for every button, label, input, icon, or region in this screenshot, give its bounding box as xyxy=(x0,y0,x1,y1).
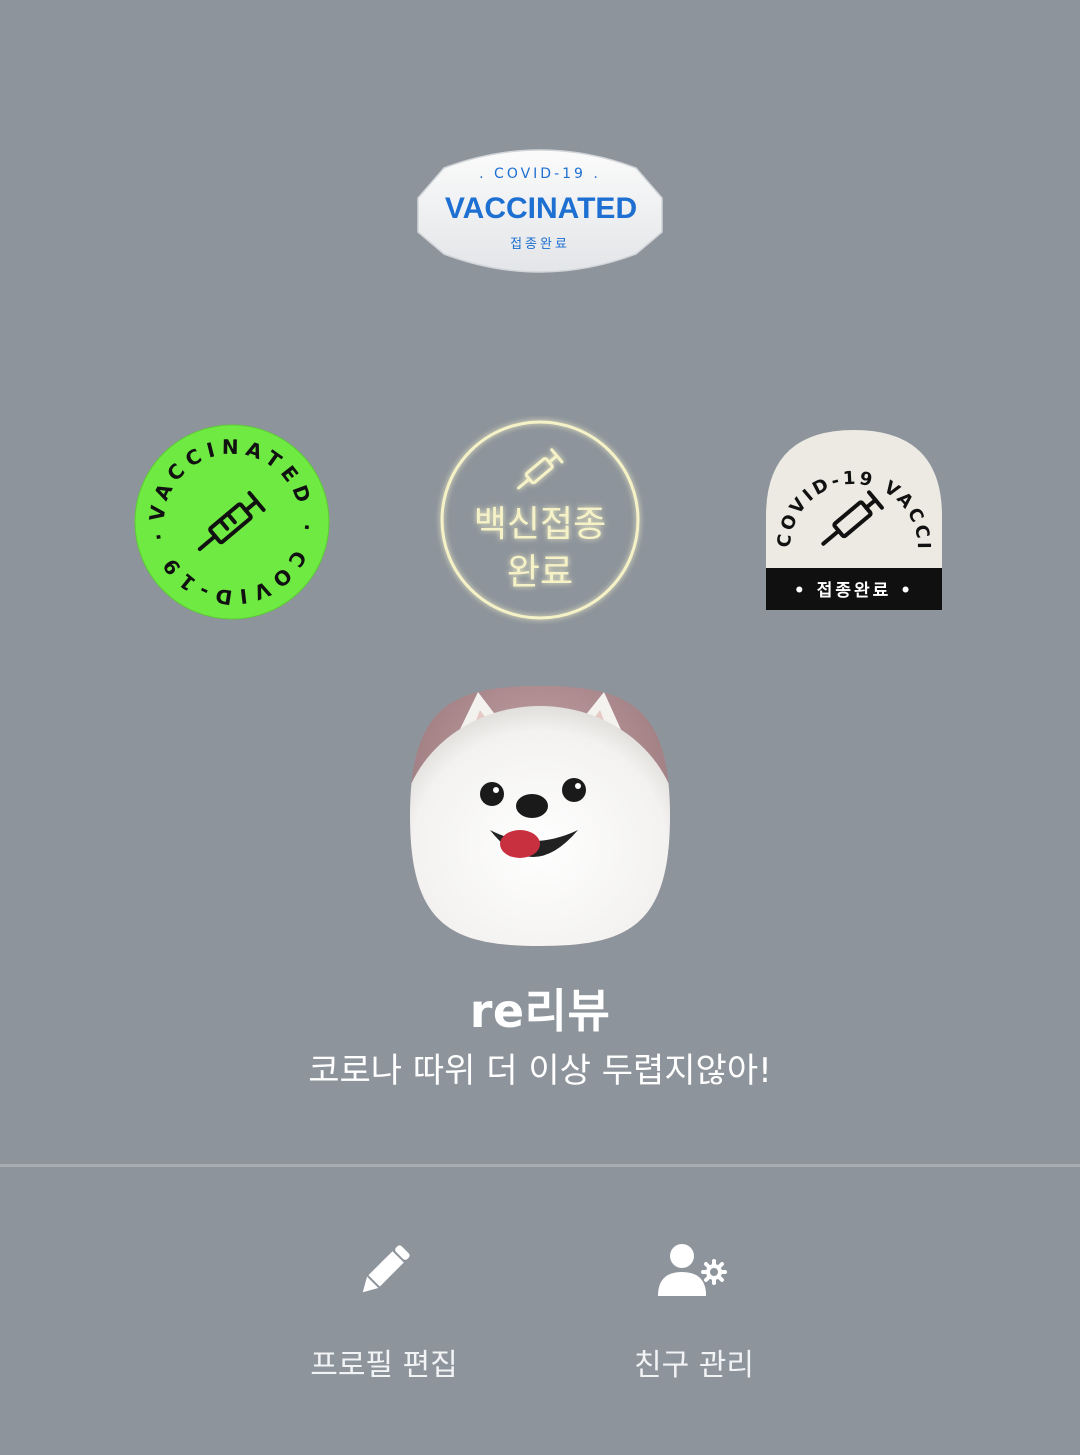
manage-friends-button[interactable]: 친구 관리 xyxy=(574,1236,814,1384)
user-settings-icon xyxy=(658,1244,727,1296)
profile-avatar[interactable] xyxy=(408,684,672,948)
divider xyxy=(0,1164,1080,1167)
sticker-top-line2: VACCINATED xyxy=(445,192,637,225)
vaccinated-sticker-arch[interactable]: COVID-19 VACCINATED • 접종완료 • xyxy=(753,408,946,616)
vaccinated-sticker-top[interactable]: . COVID-19 . VACCINATED 접종완료 xyxy=(416,140,664,276)
arch-sticker-footer: • 접종완료 • xyxy=(794,581,914,601)
pencil-icon xyxy=(362,1245,410,1293)
edit-profile-label: 프로필 편집 xyxy=(310,1348,458,1383)
edit-profile-button[interactable]: 프로필 편집 xyxy=(264,1236,504,1384)
sticker-top-line3: 접종완료 xyxy=(510,237,570,252)
neon-syringe-icon xyxy=(517,448,564,490)
manage-friends-label: 친구 관리 xyxy=(634,1348,754,1383)
sticker-top-line1: . COVID-19 . xyxy=(479,166,601,182)
profile-name: re리뷰 xyxy=(469,984,611,1038)
vaccinated-sticker-neon[interactable]: 백신접종 완료 xyxy=(432,416,648,632)
neon-sticker-line2: 완료 xyxy=(507,552,573,593)
neon-sticker-line1: 백신접종 xyxy=(474,504,606,545)
vaccinated-sticker-green[interactable]: VACCINATED · COVID-19 · xyxy=(130,420,334,624)
status-message: 코로나 따위 더 이상 두렵지않아! xyxy=(308,1051,772,1091)
